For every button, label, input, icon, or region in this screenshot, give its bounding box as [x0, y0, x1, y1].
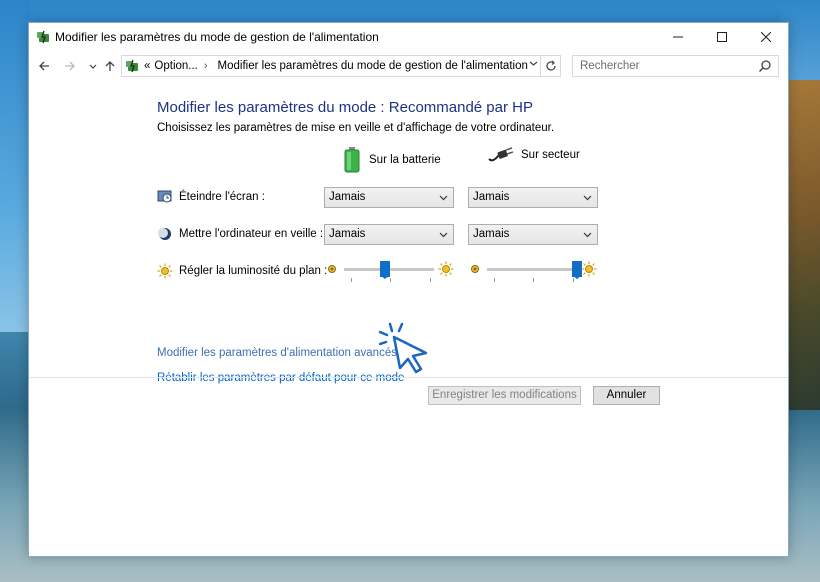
breadcrumb-overflow[interactable]: «: [144, 60, 150, 72]
select-value: Jamais: [329, 228, 366, 240]
maximize-icon: [717, 32, 727, 42]
arrow-up-icon: [105, 61, 115, 71]
restore-defaults-link[interactable]: Rétablir les paramètres par défaut pour …: [157, 372, 404, 384]
refresh-button[interactable]: [540, 56, 560, 76]
display-icon: [157, 190, 172, 203]
sleep-sector-select[interactable]: Jamais: [468, 224, 598, 245]
sun-bright-icon: [581, 261, 597, 277]
sun-dim-icon: [328, 265, 336, 273]
close-icon: [761, 32, 771, 42]
row-brightness: Régler la luminosité du plan :: [157, 263, 327, 279]
select-value: Jamais: [473, 191, 510, 203]
chevron-down-icon: [439, 188, 448, 214]
brightness-icon: [157, 263, 173, 279]
back-button[interactable]: [35, 57, 53, 75]
address-dropdown-button[interactable]: [529, 59, 538, 71]
power-plan-window: Modifier les paramètres du mode de gesti…: [28, 22, 789, 557]
slider-track: [487, 268, 577, 271]
minimize-icon: [673, 36, 683, 38]
chevron-down-icon: [529, 61, 538, 66]
title-bar[interactable]: Modifier les paramètres du mode de gesti…: [29, 23, 788, 51]
maximize-button[interactable]: [700, 23, 744, 51]
column-label-battery: Sur la batterie: [369, 154, 441, 166]
slider-tick: [351, 278, 352, 282]
page-title: Modifier les paramètres du mode : Recomm…: [157, 99, 533, 116]
chevron-down-icon: [439, 225, 448, 251]
arrow-left-icon: [39, 61, 49, 71]
select-value: Jamais: [473, 228, 510, 240]
power-plug-icon: [488, 147, 513, 162]
sleep-battery-select[interactable]: Jamais: [324, 224, 454, 245]
arrow-right-icon: [65, 61, 75, 71]
desktop-sky-left: [0, 0, 30, 340]
search-icon[interactable]: [758, 59, 772, 73]
breadcrumb-separator: ›: [203, 60, 208, 72]
refresh-icon: [545, 60, 556, 71]
minimize-button[interactable]: [656, 23, 700, 51]
breadcrumb-current[interactable]: Modifier les paramètres du mode de gesti…: [218, 60, 528, 72]
save-changes-button[interactable]: Enregistrer les modifications: [428, 386, 581, 405]
chevron-down-icon: [583, 188, 592, 214]
page-description: Choisissez les paramètres de mise en vei…: [157, 122, 555, 134]
slider-tick: [430, 278, 431, 282]
row-label-sleep: Mettre l'ordinateur en veille :: [179, 228, 324, 240]
brightness-battery-slider[interactable]: [326, 259, 454, 283]
column-header-sector: Sur secteur: [487, 147, 580, 163]
display-off-battery-select[interactable]: Jamais: [324, 187, 454, 208]
power-options-icon: [126, 59, 138, 73]
column-header-battery: Sur la batterie: [343, 147, 441, 173]
breadcrumb-options[interactable]: Option...: [154, 60, 197, 72]
row-display-off: Éteindre l'écran :: [157, 189, 265, 205]
window-title: Modifier les paramètres du mode de gesti…: [55, 30, 379, 44]
sun-bright-icon: [438, 261, 454, 277]
address-bar[interactable]: « Option... › Modifier les paramètres du…: [121, 55, 561, 77]
chevron-down-icon: [583, 225, 592, 251]
search-box[interactable]: Rechercher: [572, 55, 779, 77]
row-label-brightness: Régler la luminosité du plan :: [179, 265, 328, 277]
cancel-button[interactable]: Annuler: [593, 386, 660, 405]
advanced-settings-link[interactable]: Modifier les paramètres d'alimentation a…: [157, 347, 397, 359]
power-options-icon: [37, 30, 49, 44]
battery-icon: [344, 147, 360, 173]
slider-tick: [533, 278, 534, 282]
moon-icon: [158, 228, 171, 240]
navigation-bar: « Option... › Modifier les paramètres du…: [29, 53, 788, 79]
slider-thumb[interactable]: [379, 261, 390, 279]
slider-tick: [494, 278, 495, 282]
chevron-down-icon: [89, 64, 97, 69]
column-label-sector: Sur secteur: [521, 149, 580, 161]
row-sleep: Mettre l'ordinateur en veille :: [157, 226, 323, 242]
close-button[interactable]: [744, 23, 788, 51]
brightness-sector-slider[interactable]: [469, 259, 597, 283]
slider-tick: [390, 278, 391, 282]
footer-divider: [29, 377, 788, 378]
recent-locations-button[interactable]: [84, 58, 102, 76]
sun-dim-icon: [471, 265, 479, 273]
forward-button[interactable]: [61, 57, 79, 75]
click-pointer-icon: [378, 322, 428, 374]
search-placeholder: Rechercher: [580, 60, 640, 72]
row-label-display: Éteindre l'écran :: [179, 191, 265, 203]
display-off-sector-select[interactable]: Jamais: [468, 187, 598, 208]
up-button[interactable]: [101, 57, 119, 75]
select-value: Jamais: [329, 191, 366, 203]
